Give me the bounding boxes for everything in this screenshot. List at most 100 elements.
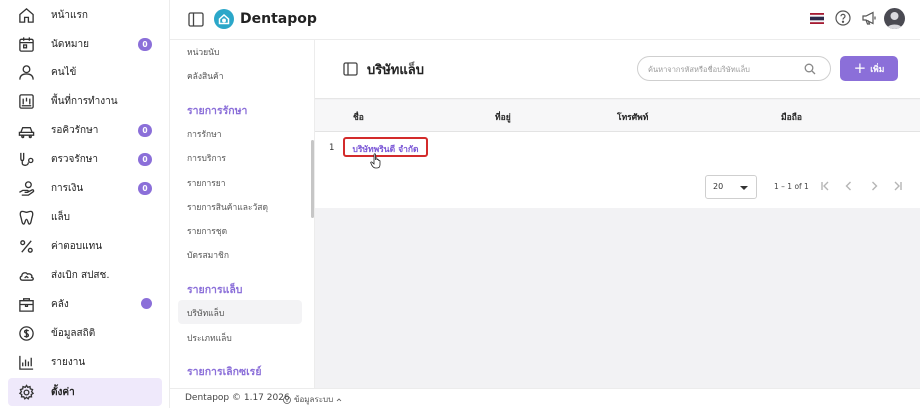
info-icon: [283, 395, 291, 404]
sidebar-item-settings[interactable]: ตั้งค่า: [8, 378, 162, 406]
home-icon: [17, 6, 35, 24]
user-icon: [17, 63, 35, 81]
finance-icon: [17, 179, 35, 197]
sidebar-item-label: พื้นที่การทำงาน: [51, 95, 118, 107]
column-header-name[interactable]: ชื่อ: [353, 110, 364, 124]
sidebar-item-label: รอคิวรักษา: [51, 124, 99, 136]
submenu-item-lab-types[interactable]: ประเภทแล็บ: [187, 331, 232, 345]
column-header-phone[interactable]: โทรศัพท์: [617, 110, 648, 124]
notification-dot: [141, 298, 152, 309]
next-page-button[interactable]: [868, 180, 880, 192]
sidebar-item-label: คลัง: [51, 298, 69, 310]
sidebar-item-lab[interactable]: แล็บ: [8, 203, 162, 231]
user-avatar[interactable]: [884, 8, 905, 29]
submenu-scrollbar[interactable]: [311, 140, 314, 218]
submenu-item-sets[interactable]: รายการชุด: [187, 224, 227, 238]
main-sidebar: หน้าแรก นัดหมาย 0 คนไข้ พื้นที่การทำงาน …: [0, 0, 170, 408]
submenu-item-medicines[interactable]: รายการยา: [187, 176, 226, 190]
plus-icon: +: [853, 59, 867, 77]
page-title: บริษัทแล็บ: [367, 63, 424, 78]
brand-name: Dentapop: [240, 11, 317, 27]
submenu-item-products[interactable]: รายการสินค้าและวัสดุ: [187, 200, 268, 214]
add-button-label: เพิ่ม: [870, 64, 885, 75]
last-page-button[interactable]: [892, 180, 904, 192]
pagination-range: 1 – 1 of 1: [774, 182, 809, 191]
cloud-icon: [17, 266, 35, 284]
submenu-heading-treatment: รายการรักษา: [187, 105, 248, 117]
search-icon[interactable]: [804, 63, 816, 75]
sidebar-item-statistics[interactable]: ข้อมูลสถิติ: [8, 319, 162, 347]
sidebar-item-label: แล็บ: [51, 211, 70, 223]
search-input[interactable]: [648, 62, 798, 76]
system-info-label: ข้อมูลระบบ: [294, 395, 334, 404]
sidebar-item-home[interactable]: หน้าแรก: [8, 1, 162, 29]
sidebar-item-compensation[interactable]: ค่าตอบแทน: [8, 232, 162, 260]
megaphone-icon[interactable]: [861, 10, 877, 26]
column-header-address[interactable]: ที่อยู่: [495, 110, 511, 124]
footer-version: Dentapop © 1.17 2026: [185, 393, 290, 403]
table-body: 1 บริษัทพรินดี จำกัด 20 1 – 1 of 1: [315, 132, 920, 208]
sidebar-item-label: ค่าตอบแทน: [51, 240, 103, 252]
prev-page-button[interactable]: [843, 180, 855, 192]
sidebar-item-inventory[interactable]: คลัง: [8, 290, 162, 318]
add-button[interactable]: + เพิ่ม: [840, 56, 898, 81]
sidebar-item-label: หน้าแรก: [51, 9, 88, 21]
count-badge: 0: [138, 124, 152, 137]
chevron-down-icon: [740, 186, 748, 190]
footer: Dentapop © 1.17 2026 ข้อมูลระบบ: [170, 388, 920, 408]
system-info-link[interactable]: ข้อมูลระบบ: [283, 393, 342, 406]
page-header: บริษัทแล็บ + เพิ่ม: [315, 40, 920, 99]
sidebar-item-queue[interactable]: รอคิวรักษา 0: [8, 116, 162, 144]
submenu-heading-xray: รายการเลิกซเรย์: [187, 366, 262, 378]
sidebar-toggle-icon[interactable]: [188, 12, 204, 27]
search-box: [637, 56, 831, 81]
submenu-item-lab-companies[interactable]: บริษัทแล็บ: [187, 306, 224, 320]
queue-icon: [17, 121, 35, 139]
sidebar-item-label: ตรวจรักษา: [51, 153, 98, 165]
submenu-heading-lab: รายการแล็บ: [187, 284, 243, 296]
inventory-icon: [17, 295, 35, 313]
sidebar-item-appointments[interactable]: นัดหมาย 0: [8, 30, 162, 58]
sidebar-item-nhso-claim[interactable]: ส่งเบิก สปสช.: [8, 261, 162, 289]
treatment-icon: [17, 150, 35, 168]
submenu-item-units[interactable]: หน่วยนับ: [187, 45, 219, 59]
submenu-item-services[interactable]: การบริการ: [187, 151, 226, 165]
submenu-item-treatment[interactable]: การรักษา: [187, 127, 222, 141]
top-header: Dentapop: [170, 0, 920, 40]
report-icon: [17, 353, 35, 371]
sidebar-item-reports[interactable]: รายงาน: [8, 348, 162, 376]
count-badge: 0: [138, 182, 152, 195]
first-page-button[interactable]: [819, 180, 831, 192]
sidebar-item-workspace[interactable]: พื้นที่การทำงาน: [8, 87, 162, 115]
count-badge: 0: [138, 153, 152, 166]
sidebar-item-patients[interactable]: คนไข้: [8, 58, 162, 86]
rows-per-page-value: 20: [713, 182, 724, 191]
submenu-item-warehouse[interactable]: คลังสินค้า: [187, 69, 224, 83]
lab-company-link[interactable]: บริษัทพรินดี จำกัด: [343, 137, 428, 157]
percent-icon: [17, 237, 35, 255]
sidebar-item-finance[interactable]: การเงิน 0: [8, 174, 162, 202]
settings-submenu: หน่วยนับ คลังสินค้า รายการรักษา การรักษา…: [170, 40, 315, 388]
row-number: 1: [329, 143, 335, 153]
sidebar-item-treatment[interactable]: ตรวจรักษา 0: [8, 145, 162, 173]
calendar-icon: [17, 35, 35, 53]
statistics-icon: [17, 324, 35, 342]
chevron-up-icon: [336, 397, 342, 401]
table-header: ชื่อ ที่อยู่ โทรศัพท์ มือถือ: [315, 100, 920, 132]
sidebar-item-label: ตั้งค่า: [51, 386, 75, 398]
column-header-mobile[interactable]: มือถือ: [781, 110, 802, 124]
main-content: บริษัทแล็บ + เพิ่ม ชื่อ ที่อยู่ โทรศัพท์…: [315, 40, 920, 388]
brand-logo: [214, 9, 234, 29]
submenu-item-member-cards[interactable]: บัตรสมาชิก: [187, 248, 229, 262]
hand-cursor-icon: [370, 153, 381, 169]
thai-flag-icon[interactable]: [810, 13, 824, 24]
sidebar-item-label: ข้อมูลสถิติ: [51, 327, 96, 339]
help-icon[interactable]: [835, 10, 851, 26]
rows-per-page-select[interactable]: 20: [705, 175, 757, 199]
workspace-icon: [17, 92, 35, 110]
sidebar-item-label: การเงิน: [51, 182, 84, 194]
gear-icon: [17, 383, 35, 401]
sidebar-item-label: ส่งเบิก สปสช.: [51, 269, 110, 281]
tooth-icon: [17, 208, 35, 226]
panel-icon: [343, 62, 358, 76]
